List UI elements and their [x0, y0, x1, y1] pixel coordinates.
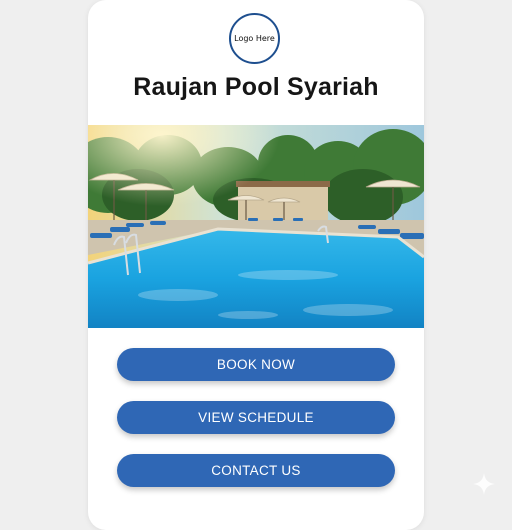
pool-hero-image — [88, 125, 424, 328]
sparkle-icon — [473, 473, 495, 495]
pool-card: Logo Here Raujan Pool Syariah BOOK NOW V… — [88, 0, 424, 530]
view-schedule-button[interactable]: VIEW SCHEDULE — [117, 401, 395, 434]
page-title: Raujan Pool Syariah — [133, 73, 379, 101]
book-now-button[interactable]: BOOK NOW — [117, 348, 395, 381]
contact-us-button[interactable]: CONTACT US — [117, 454, 395, 487]
logo-label: Logo Here — [234, 34, 275, 43]
logo-placeholder[interactable]: Logo Here — [229, 13, 280, 64]
